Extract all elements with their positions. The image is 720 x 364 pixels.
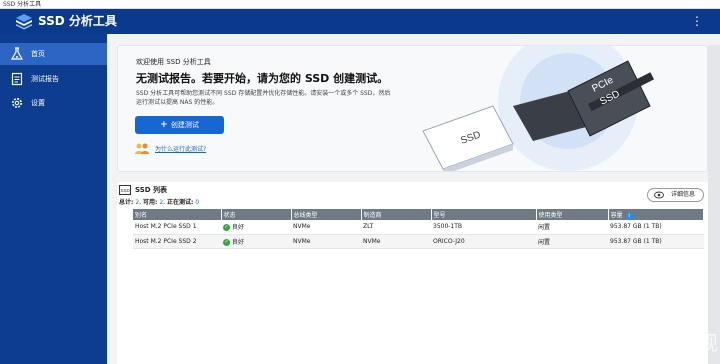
status-text: 良好 <box>232 224 245 232</box>
sidebar: 首页 测试报告 设置 <box>0 34 107 364</box>
people-help-icon <box>135 143 149 154</box>
watermark-char: 测 <box>652 350 661 360</box>
create-test-label: 创建测试 <box>170 121 199 129</box>
qnap-logo-icon <box>16 14 32 30</box>
watermark-char: 观 <box>698 331 718 355</box>
more-menu-icon[interactable]: ⋮ <box>690 13 704 30</box>
why-run-test-link[interactable]: 为什么运行此测试? <box>155 144 206 153</box>
welcome-description: SSD 分析工具可帮助您测试不同 SSD 存储配置并优化存储性能。请安装一个或多… <box>136 89 436 107</box>
cell-capacity: 953.87 GB (1 TB) <box>608 220 704 235</box>
cell-model: ORICO-J20 <box>431 234 536 249</box>
ssd-list-card: SSD SSD 列表 总计: 2, 可用: 2, 正在测试: 0 详细信息 别名… <box>117 182 708 364</box>
flask-icon <box>10 47 24 60</box>
cell-alias: Host M.2 PCIe SSD 2 <box>133 234 221 249</box>
window-titlebar: SSD 分析工具 <box>0 0 720 9</box>
ssd-illustration: SSD PCIe SSD <box>422 46 655 171</box>
table-row[interactable]: Host M.2 PCIe SSD 1 ✓ 良好 NVMe ZLT 3500-1T… <box>133 220 704 235</box>
column-header-model[interactable]: 型号 <box>431 209 537 220</box>
details-button[interactable]: 详细信息 <box>647 188 704 202</box>
svg-text:SSD: SSD <box>121 188 131 193</box>
cell-usage: 闲置 <box>536 234 608 249</box>
ssd-list-summary: 总计: 2, 可用: 2, 正在测试: 0 <box>119 199 200 206</box>
welcome-headline: 无测试报告。若要开始，请为您的 SSD 创建测试。 <box>136 72 389 85</box>
summary-available-label: 可用: <box>142 199 158 206</box>
cell-bus: NVMe <box>291 220 361 235</box>
column-header-status[interactable]: 状态 <box>221 209 292 220</box>
gear-icon <box>12 98 22 108</box>
sidebar-item-home[interactable]: 首页 <box>0 43 107 65</box>
column-header-bus[interactable]: 总线类型 <box>291 209 362 220</box>
column-header-capacity-label: 容量 <box>610 211 623 219</box>
app-title: SSD 分析工具 <box>38 14 117 28</box>
status-text: 良好 <box>232 238 245 246</box>
column-header-alias[interactable]: 别名 <box>133 209 222 220</box>
smzdm-watermark: 新 众 测 观 <box>630 331 718 360</box>
cell-usage: 闲置 <box>536 220 608 235</box>
table-row[interactable]: Host M.2 PCIe SSD 2 ✓ 良好 NVMe NVMe ORICO-… <box>133 234 704 249</box>
cell-capacity: 953.87 GB (1 TB) <box>608 234 704 249</box>
sidebar-item-label: 首页 <box>31 50 45 58</box>
cell-bus: NVMe <box>291 234 361 249</box>
ssd-list-title: SSD 列表 <box>135 186 168 194</box>
info-icon[interactable]: i <box>625 212 633 220</box>
watermark-char: 众 <box>676 331 696 355</box>
sidebar-item-reports[interactable]: 测试报告 <box>0 68 107 90</box>
column-header-vendor[interactable]: 制造商 <box>361 209 432 220</box>
cell-vendor: NVMe <box>361 234 431 249</box>
eye-icon <box>654 191 664 199</box>
summary-total-value: 2 <box>135 199 140 206</box>
cell-status: ✓ 良好 <box>221 234 291 249</box>
column-header-usage[interactable]: 使用类型 <box>536 209 609 220</box>
sidebar-item-settings[interactable]: 设置 <box>0 92 107 114</box>
check-circle-icon: ✓ <box>223 224 230 232</box>
cell-model: 3500-1TB <box>431 220 536 235</box>
app-header: SSD 分析工具 ⋮ <box>0 9 720 34</box>
cell-vendor: ZLT <box>361 220 431 235</box>
cell-status: ✓ 良好 <box>221 220 291 235</box>
welcome-description-line: 运行测试以提高 NAS 的性能。 <box>136 99 219 106</box>
sidebar-item-label: 测试报告 <box>31 75 59 83</box>
window-title: SSD 分析工具 <box>3 1 42 8</box>
welcome-subtitle: 欢迎使用 SSD 分析工具 <box>136 58 211 66</box>
details-button-label: 详细信息 <box>670 191 695 198</box>
ssd-table: 别名 状态 总线类型 制造商 型号 使用类型 容量 i Host M.2 PCIe… <box>133 209 704 249</box>
table-header-row: 别名 状态 总线类型 制造商 型号 使用类型 容量 i <box>133 209 704 220</box>
welcome-card: 欢迎使用 SSD 分析工具 无测试报告。若要开始，请为您的 SSD 创建测试。 … <box>117 45 708 172</box>
create-test-button[interactable]: + 创建测试 <box>135 116 224 134</box>
welcome-description-line: SSD 分析工具可帮助您测试不同 SSD 存储配置并优化存储性能。请安装一个或多… <box>136 90 391 97</box>
summary-testing-value: 0 <box>195 199 200 206</box>
summary-testing-label: 正在测试: <box>166 199 194 206</box>
column-header-capacity[interactable]: 容量 i <box>608 209 704 220</box>
ssd-list-icon: SSD <box>119 185 131 195</box>
cell-alias: Host M.2 PCIe SSD 1 <box>133 220 221 235</box>
summary-available-value: 2 <box>159 199 164 206</box>
check-circle-icon: ✓ <box>223 238 230 246</box>
plus-icon: + <box>160 120 171 130</box>
right-gutter <box>708 45 720 364</box>
summary-total-label: 总计: <box>119 199 134 206</box>
sidebar-item-label: 设置 <box>31 99 45 107</box>
watermark-char: 新 <box>630 331 650 355</box>
report-icon <box>11 72 23 86</box>
